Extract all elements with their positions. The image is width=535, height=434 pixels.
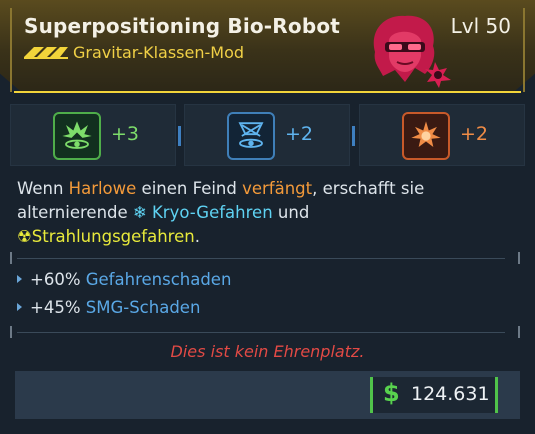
character-portrait-icon [373, 15, 451, 88]
separator [178, 126, 181, 146]
item-name: Superpositioning Bio-Robot [24, 14, 341, 38]
item-description: Wenn Harlowe einen Feind verfängt, ersch… [17, 179, 425, 246]
skill-bonus-2-value: +2 [285, 123, 314, 145]
price-box: $ 124.631 [370, 377, 498, 413]
rarity-line [14, 91, 521, 93]
blue-skill-icon [227, 112, 275, 160]
frame-mark [518, 252, 520, 264]
flavor-text: Dies ist kein Ehrenplatz. [170, 342, 365, 361]
price-value: 124.631 [411, 383, 490, 405]
item-type: Gravitar-Klassen-Mod [73, 43, 245, 62]
stat-value: +45% [30, 298, 81, 317]
radiation-keyword: Strahlungsgefahren [31, 227, 195, 246]
separator [352, 126, 355, 146]
divider [17, 258, 505, 259]
frame-mark [10, 326, 12, 338]
skill-bonus-3[interactable]: +2 [359, 104, 525, 166]
stat-name: SMG-Schaden [85, 298, 201, 317]
green-skill-icon [53, 112, 101, 160]
item-card: Superpositioning Bio-Robot Gravitar-Klas… [0, 0, 535, 434]
stat-name: Gefahrenschaden [85, 270, 232, 289]
divider [17, 332, 505, 333]
frame-mark [518, 326, 520, 338]
price-bar: $ 124.631 [15, 371, 520, 419]
orange-skill-icon [402, 112, 450, 160]
rarity-chevrons-icon [24, 47, 68, 59]
skill-bonus-2[interactable]: +2 [184, 104, 350, 166]
verb-keyword: verfängt [242, 179, 313, 198]
cryo-keyword: Kryo-Gefahren [151, 203, 273, 222]
skill-bonus-3-value: +2 [460, 123, 489, 145]
skill-bonus-1[interactable]: +3 [10, 104, 176, 166]
character-name: Harlowe [68, 179, 137, 198]
frame-mark [10, 252, 12, 264]
skill-bonus-row: +3 +2 +2 [10, 104, 525, 166]
stat-row: +60% Gefahrenschaden [17, 270, 231, 289]
dollar-icon: $ [383, 379, 400, 407]
skill-bonus-1-value: +3 [111, 123, 140, 145]
radiation-icon: ☢ [17, 227, 32, 246]
snowflake-icon: ❄ [132, 203, 147, 222]
bullet-arrow-icon [17, 274, 22, 283]
level-label: Lvl 50 [450, 14, 511, 38]
stat-row: +45% SMG-Schaden [17, 298, 200, 317]
stat-value: +60% [30, 270, 81, 289]
bullet-arrow-icon [17, 302, 22, 311]
